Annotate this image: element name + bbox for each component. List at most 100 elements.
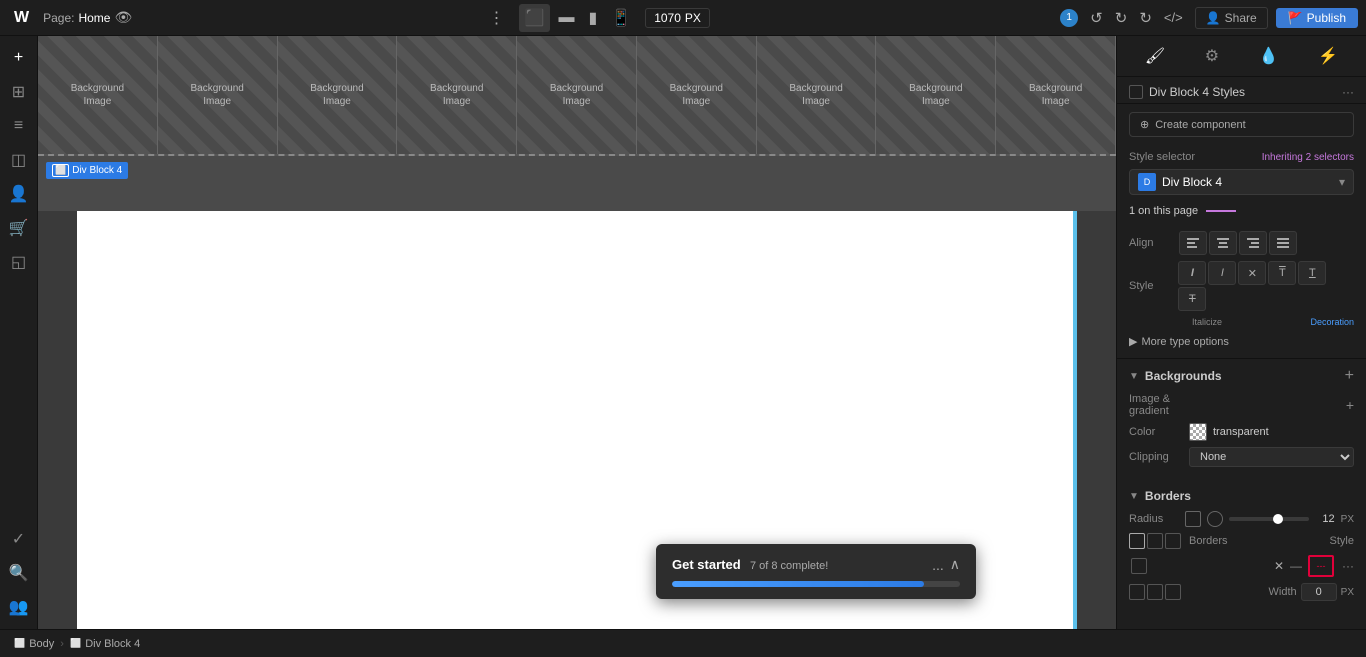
- border-style-dashed-btn[interactable]: ---: [1308, 555, 1334, 577]
- style-row: Style I I ✕ T T T: [1129, 261, 1354, 311]
- sidebar-components-icon[interactable]: ⊞: [3, 76, 35, 108]
- more-type-options-row[interactable]: ▶ More type options: [1129, 331, 1354, 352]
- sidebar-assets-icon[interactable]: ◱: [3, 246, 35, 278]
- align-row: Align: [1129, 231, 1354, 255]
- sidebar-add-icon[interactable]: +: [3, 42, 35, 74]
- border-all-icon[interactable]: [1129, 533, 1145, 549]
- border-top-icon[interactable]: [1147, 533, 1163, 549]
- color-value: transparent: [1213, 426, 1269, 438]
- toast-more-icon[interactable]: ...: [932, 557, 944, 573]
- color-swatch[interactable]: [1189, 423, 1207, 441]
- get-started-toast: Get started 7 of 8 complete! ... ∧: [656, 544, 976, 599]
- image-gradient-row: Image & gradient +: [1129, 393, 1354, 417]
- tablet-portrait-btn[interactable]: ▮: [582, 4, 603, 32]
- radius-square-icon[interactable]: [1185, 511, 1201, 527]
- toast-progress-text: 7 of 8 complete!: [750, 560, 828, 572]
- sidebar-users-icon[interactable]: 👥: [3, 591, 35, 623]
- radius-slider[interactable]: [1229, 517, 1309, 521]
- align-justify-btn[interactable]: [1269, 231, 1297, 255]
- overline-btn[interactable]: T: [1268, 261, 1296, 285]
- border-right-icon[interactable]: [1165, 533, 1181, 549]
- create-component-button[interactable]: ⊕ Create component: [1129, 112, 1354, 137]
- style-selector-arrow-icon[interactable]: ▾: [1339, 175, 1345, 189]
- color-row: Color transparent: [1129, 423, 1354, 441]
- notification-badge[interactable]: 1: [1060, 9, 1078, 27]
- toast-collapse-icon[interactable]: ∧: [950, 556, 960, 573]
- align-section: Align Style: [1117, 225, 1366, 359]
- styles-title: Div Block 4 Styles: [1149, 85, 1336, 99]
- eye-icon[interactable]: 👁: [114, 9, 132, 26]
- tab-settings[interactable]: ⚙: [1199, 42, 1225, 70]
- device-switcher: ⬛ ▬ ▮ 📱: [519, 4, 638, 32]
- sidebar-ecommerce-icon[interactable]: 🛒: [3, 212, 35, 244]
- align-label: Align: [1129, 237, 1179, 249]
- style-selector-box[interactable]: D Div Block 4 ▾: [1129, 169, 1354, 195]
- align-left-btn[interactable]: [1179, 231, 1207, 255]
- borders-section-header[interactable]: ▼ Borders: [1117, 481, 1366, 507]
- border-width-icon-2[interactable]: [1147, 584, 1163, 600]
- italic-btn[interactable]: I: [1208, 261, 1236, 285]
- sidebar-pages-icon[interactable]: ◫: [3, 144, 35, 176]
- breadcrumb-div-block-label: Div Block 4: [85, 638, 140, 650]
- align-center-btn[interactable]: [1209, 231, 1237, 255]
- canvas-right-border-line: [1073, 211, 1075, 629]
- div-block-icon: ⬜: [52, 164, 69, 177]
- backgrounds-add-icon[interactable]: +: [1345, 367, 1354, 385]
- share-button[interactable]: 👤 Share: [1195, 7, 1268, 29]
- clipping-select[interactable]: None: [1189, 447, 1354, 467]
- border-width-input[interactable]: [1301, 583, 1337, 601]
- undo-btn[interactable]: ↺: [1086, 5, 1107, 31]
- page-label: Page:: [43, 11, 74, 25]
- radius-thumb[interactable]: [1273, 514, 1283, 524]
- tab-style[interactable]: 🖌: [1139, 42, 1171, 70]
- share-icon: 👤: [1206, 11, 1221, 25]
- toast-progress-bar-bg: [672, 581, 960, 587]
- right-panel: 🖌 ⚙ 💧 ⚡ Div Block 4 Styles ··· ⊕ Create …: [1116, 36, 1366, 629]
- border-width-icon-3[interactable]: [1165, 584, 1181, 600]
- panel-tabs: 🖌 ⚙ 💧 ⚡: [1117, 36, 1366, 77]
- app-logo: W: [8, 9, 35, 27]
- image-gradient-add-icon[interactable]: +: [1346, 397, 1354, 413]
- sidebar-navigator-icon[interactable]: ≡: [3, 110, 35, 142]
- breadcrumb-body[interactable]: ⬜ Body: [8, 638, 60, 650]
- bg-tile-1: Background Image: [38, 36, 158, 154]
- breadcrumb-div-block[interactable]: ⬜ Div Block 4: [64, 638, 146, 650]
- linethrough-btn[interactable]: T: [1178, 287, 1206, 311]
- sidebar-cms-icon[interactable]: 👤: [3, 178, 35, 210]
- canvas-width-value: 1070: [654, 11, 681, 25]
- div-block-label[interactable]: ⬜ Div Block 4: [46, 162, 128, 179]
- italicize-btn[interactable]: I: [1178, 261, 1206, 285]
- sidebar-audit-icon[interactable]: ✓: [3, 523, 35, 555]
- border-width-icon-1[interactable]: [1129, 584, 1145, 600]
- border-style-icon-1[interactable]: [1131, 558, 1147, 574]
- styles-checkbox[interactable]: [1129, 85, 1143, 99]
- radius-circle-icon[interactable]: [1207, 511, 1223, 527]
- backgrounds-section-header[interactable]: ▼ Backgrounds +: [1117, 359, 1366, 389]
- refresh-btn[interactable]: ↻: [1135, 5, 1156, 31]
- mobile-btn[interactable]: 📱: [605, 4, 637, 32]
- border-style-x[interactable]: ✕: [1274, 559, 1284, 573]
- desktop-device-btn[interactable]: ⬛: [519, 4, 551, 32]
- align-right-btn[interactable]: [1239, 231, 1267, 255]
- code-btn[interactable]: </>: [1160, 6, 1187, 29]
- tablet-landscape-btn[interactable]: ▬: [552, 5, 580, 31]
- publish-icon: 🚩: [1288, 11, 1303, 25]
- border-style-dash: —: [1290, 559, 1302, 573]
- toast-title-area: Get started 7 of 8 complete!: [672, 557, 828, 572]
- publish-button[interactable]: 🚩 Publish: [1276, 8, 1358, 28]
- bg-tile-5: Background Image: [517, 36, 637, 154]
- underline-btn[interactable]: T: [1298, 261, 1326, 285]
- radius-unit: PX: [1341, 514, 1354, 525]
- strikethrough-btn[interactable]: ✕: [1238, 261, 1266, 285]
- tab-triggers[interactable]: ⚡: [1312, 42, 1344, 70]
- border-style-dashed-label: ---: [1317, 561, 1326, 571]
- breadcrumb-body-icon: ⬜: [14, 638, 25, 649]
- border-style-more[interactable]: ···: [1342, 559, 1354, 573]
- border-style-row: ✕ — --- ···: [1129, 555, 1354, 577]
- styles-more-icon[interactable]: ···: [1342, 85, 1354, 99]
- redo-btn[interactable]: ↻: [1111, 5, 1132, 31]
- tab-interactions[interactable]: 💧: [1253, 42, 1285, 70]
- more-options-icon[interactable]: ⋮: [483, 8, 511, 28]
- sidebar-search-icon[interactable]: 🔍: [3, 557, 35, 589]
- canvas-bg-strip: Background Image Background Image Backgr…: [38, 36, 1116, 156]
